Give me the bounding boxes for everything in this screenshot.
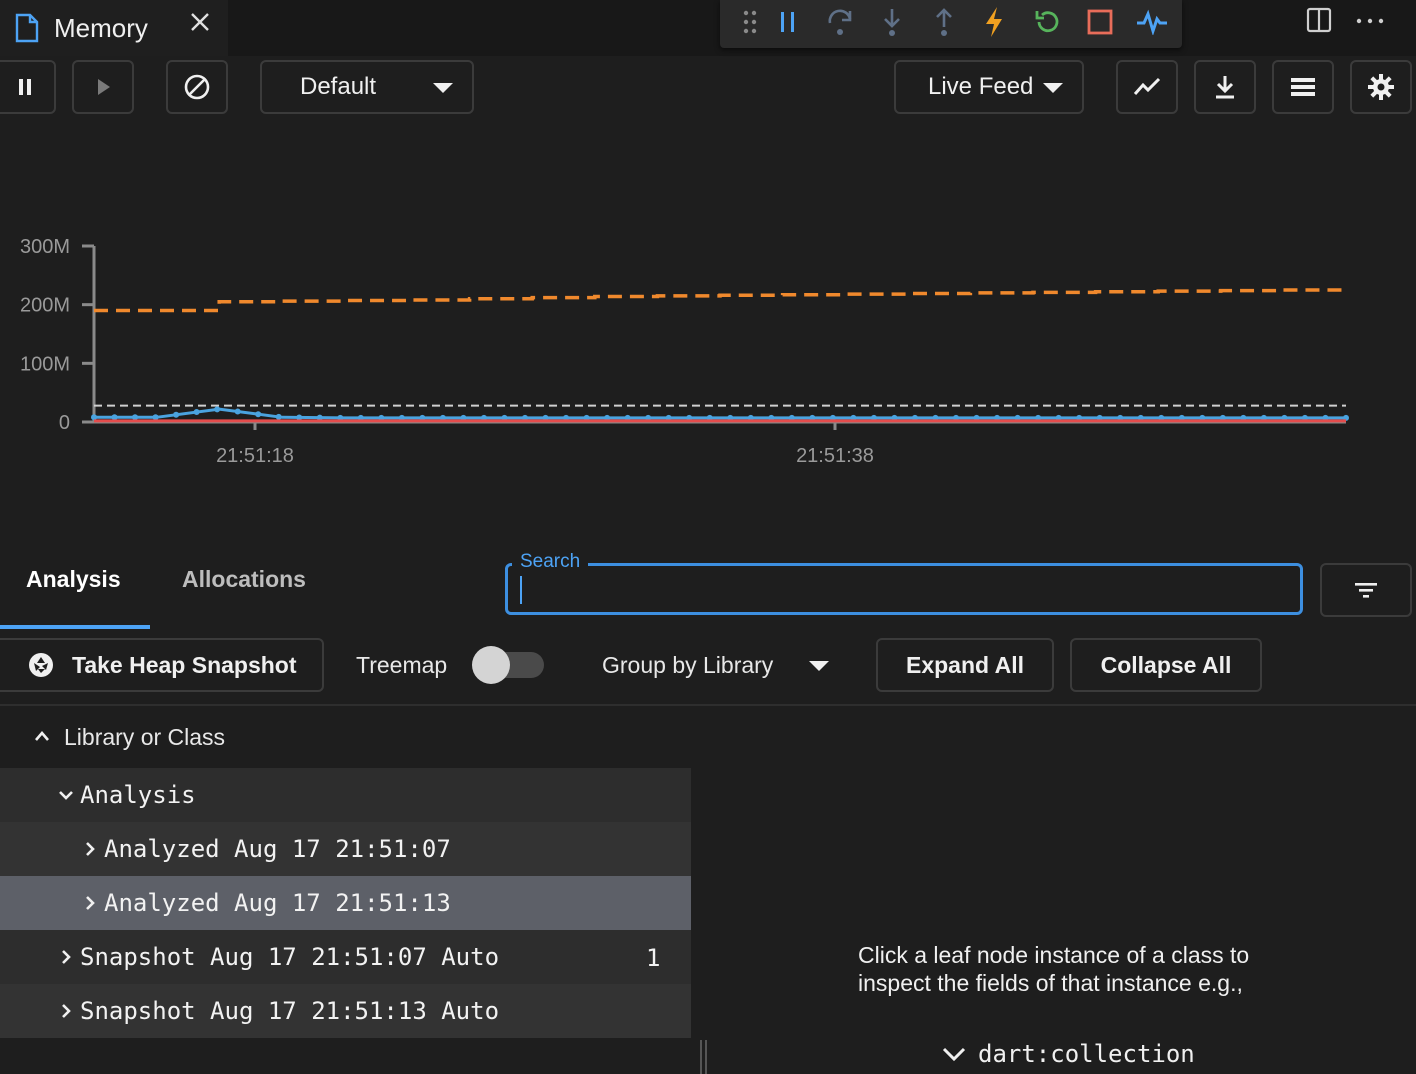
stop-icon[interactable] <box>1082 4 1118 40</box>
close-icon[interactable] <box>186 8 214 36</box>
treemap-toggle[interactable] <box>472 646 544 684</box>
series-line-orange-dashed <box>94 288 1348 313</box>
pause-icon[interactable] <box>770 4 806 40</box>
step-out-icon[interactable] <box>926 4 962 40</box>
chevron-right-icon <box>62 950 71 964</box>
chevron-right-icon <box>62 1004 71 1018</box>
chevron-down-icon <box>942 1047 966 1062</box>
y-tick-label: 300M <box>20 236 70 258</box>
split-editor-icon[interactable] <box>1305 6 1335 36</box>
camera-shutter-icon <box>29 653 53 677</box>
memory-chart: 300M 200M 100M 0 21:51:18 21:51:38 <box>20 236 1349 467</box>
data-point <box>214 406 221 413</box>
chevron-right-icon <box>86 896 95 910</box>
data-point <box>193 409 200 416</box>
play-icon <box>98 79 110 95</box>
file-icon <box>14 13 40 43</box>
tree-row-count: 1 <box>646 944 661 972</box>
y-tick-label: 0 <box>59 412 70 434</box>
collapse-all-button[interactable]: Collapse All <box>1070 638 1262 692</box>
tree-row-label: Analyzed Aug 17 21:51:13 <box>104 889 451 917</box>
x-tick-label: 21:51:38 <box>796 445 874 467</box>
tree-row-label: Snapshot Aug 17 21:51:07 Auto <box>80 943 500 971</box>
hot-reload-icon[interactable] <box>976 4 1012 40</box>
filter-icon <box>1355 583 1377 598</box>
treemap-label: Treemap <box>356 652 448 678</box>
more-actions-icon[interactable] <box>1355 6 1385 36</box>
tree-row-snapshot-2[interactable]: Snapshot Aug 17 21:51:13 Auto <box>0 984 691 1038</box>
resume-button[interactable] <box>72 60 134 114</box>
legend-button[interactable] <box>1272 60 1334 114</box>
drag-handle-icon[interactable] <box>732 4 768 40</box>
tree-header[interactable]: Library or Class <box>0 706 691 768</box>
series-line-blue-line-points <box>94 407 1346 420</box>
data-point <box>255 411 262 418</box>
tree-row-label: Analyzed Aug 17 21:51:07 <box>104 835 451 863</box>
sort-ascending-icon <box>35 731 49 741</box>
chevron-down-icon <box>59 791 73 800</box>
group-by-dropdown[interactable]: Group by Library <box>602 638 842 692</box>
debug-toolbar <box>720 0 1182 48</box>
take-heap-snapshot-label: Take Heap Snapshot <box>72 651 297 678</box>
devtools-icon[interactable] <box>1134 4 1170 40</box>
tab-allocations[interactable]: Allocations <box>182 566 306 593</box>
pause-button[interactable] <box>0 60 56 114</box>
expand-all-button[interactable]: Expand All <box>876 638 1054 692</box>
tree-row-label: Snapshot Aug 17 21:51:13 Auto <box>80 997 500 1025</box>
download-icon <box>1216 76 1234 99</box>
active-tab-indicator <box>0 625 150 629</box>
step-into-icon[interactable] <box>874 4 910 40</box>
dropdown-arrow-icon <box>809 661 829 671</box>
settings-button[interactable] <box>1350 60 1412 114</box>
search-input[interactable] <box>505 563 1303 615</box>
tree-header-label: Library or Class <box>64 724 226 750</box>
tree-row-analysis[interactable]: Analysis <box>0 768 691 822</box>
line-chart-icon <box>1133 77 1161 95</box>
restart-icon[interactable] <box>1030 4 1066 40</box>
data-point <box>173 411 180 418</box>
profile-dropdown[interactable]: Default <box>260 60 474 114</box>
take-heap-snapshot-button[interactable]: Take Heap Snapshot <box>0 638 324 692</box>
dropdown-arrow-icon <box>1043 83 1063 93</box>
feed-dropdown[interactable]: Live Feed <box>894 60 1084 114</box>
instance-hint-line1: Click a leaf node instance of a class to <box>858 942 1250 968</box>
text-cursor <box>520 576 522 604</box>
filter-button[interactable] <box>1320 563 1412 617</box>
profile-dropdown-value: Default <box>300 73 377 100</box>
panel-splitter[interactable] <box>698 1040 710 1074</box>
list-icon <box>1291 78 1315 96</box>
gear-icon <box>1368 74 1394 100</box>
instance-example: dart:collection <box>978 1040 1195 1068</box>
search-label: Search <box>512 551 589 573</box>
expand-all-label: Expand All <box>906 651 1024 678</box>
tab-analysis[interactable]: Analysis <box>26 566 121 593</box>
tree-row-label: Analysis <box>80 781 196 809</box>
step-over-icon[interactable] <box>822 4 858 40</box>
data-point <box>234 408 241 415</box>
group-by-value: Group by Library <box>602 652 774 678</box>
clear-button[interactable] <box>166 60 228 114</box>
chevron-right-icon <box>86 842 95 856</box>
collapse-all-label: Collapse All <box>1100 651 1232 678</box>
pause-icon <box>19 79 31 95</box>
tab-title: Memory <box>54 12 148 43</box>
data-point <box>275 413 282 420</box>
feed-dropdown-value: Live Feed <box>928 73 1034 100</box>
instance-hint-line2: inspect the fields of that instance e.g.… <box>858 970 1243 996</box>
export-button[interactable] <box>1194 60 1256 114</box>
x-tick-label: 21:51:18 <box>216 445 294 467</box>
tree-row-analyzed-1[interactable]: Analyzed Aug 17 21:51:07 <box>0 822 691 876</box>
dropdown-arrow-icon <box>433 83 453 93</box>
chart-toggle-button[interactable] <box>1116 60 1178 114</box>
y-tick-label: 100M <box>20 353 70 375</box>
tree-row-analyzed-2[interactable]: Analyzed Aug 17 21:51:13 <box>0 876 691 930</box>
tree-row-snapshot-1[interactable]: Snapshot Aug 17 21:51:07 Auto 1 <box>0 930 691 984</box>
y-tick-label: 200M <box>20 295 70 317</box>
toggle-thumb <box>472 646 510 684</box>
block-icon <box>184 74 210 100</box>
